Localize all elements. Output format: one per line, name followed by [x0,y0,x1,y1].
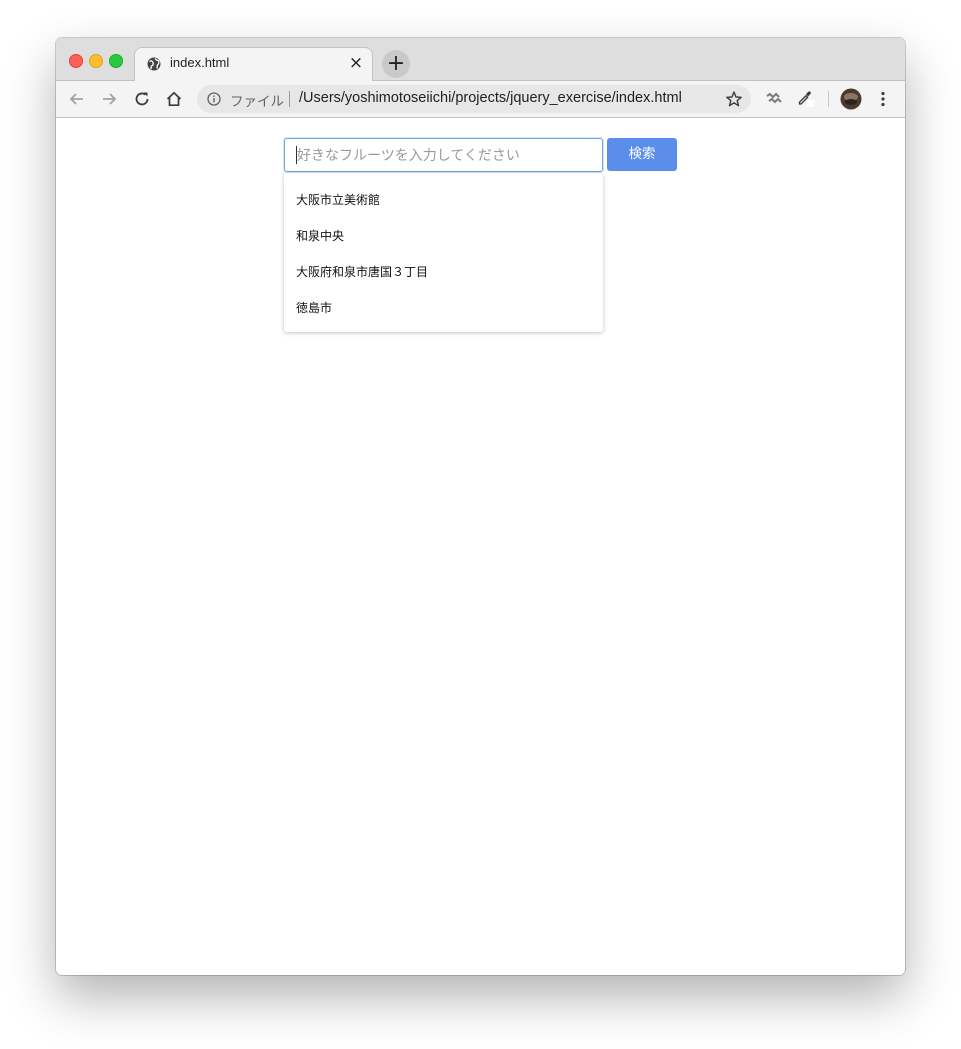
text-caret [296,146,297,164]
back-arrow-icon[interactable] [68,90,86,108]
tab-strip: index.html × + [56,38,905,81]
suggestion-item[interactable]: 大阪市立美術館 [296,191,380,208]
browser-toolbar: ファイル /Users/yoshimotoseiichi/projects/jq… [56,81,905,118]
search-input[interactable] [284,138,603,172]
bookmark-star-icon[interactable] [725,90,743,108]
address-scheme-label: ファイル [230,94,284,110]
new-tab-button[interactable]: + [382,50,410,78]
browser-window: index.html × + ファイル /Users/yoshimotoseii… [56,38,905,975]
address-url[interactable]: /Users/yoshimotoseiichi/projects/jquery_… [299,90,682,106]
address-separator [289,91,290,107]
profile-avatar-icon[interactable] [840,88,862,110]
address-bar[interactable]: ファイル /Users/yoshimotoseiichi/projects/jq… [197,85,751,113]
suggestion-item[interactable]: 大阪府和泉市唐国３丁目 [296,263,428,280]
menu-kebab-icon[interactable] [874,90,892,108]
page-content: 検索 大阪市立美術館 和泉中央 大阪府和泉市唐国３丁目 徳島市 [56,118,905,975]
close-window-button[interactable] [69,54,83,68]
reload-icon[interactable] [133,90,151,108]
minimize-window-button[interactable] [89,54,103,68]
home-icon[interactable] [165,90,183,108]
toolbar-separator [828,91,829,107]
suggestion-item[interactable]: 徳島市 [296,299,332,316]
tab-title: index.html [170,55,230,70]
autocomplete-dropdown: 大阪市立美術館 和泉中央 大阪府和泉市唐国３丁目 徳島市 [284,173,603,332]
info-icon[interactable] [207,92,221,106]
maximize-window-button[interactable] [109,54,123,68]
extension-icon[interactable] [765,90,783,108]
eyedropper-icon[interactable] [797,90,815,108]
tab-index-html[interactable]: index.html × [134,47,373,81]
tab-close-icon[interactable]: × [348,55,364,72]
search-button[interactable]: 検索 [607,138,677,171]
forward-arrow-icon[interactable] [100,90,118,108]
globe-icon [147,57,161,71]
suggestion-item[interactable]: 和泉中央 [296,227,344,244]
